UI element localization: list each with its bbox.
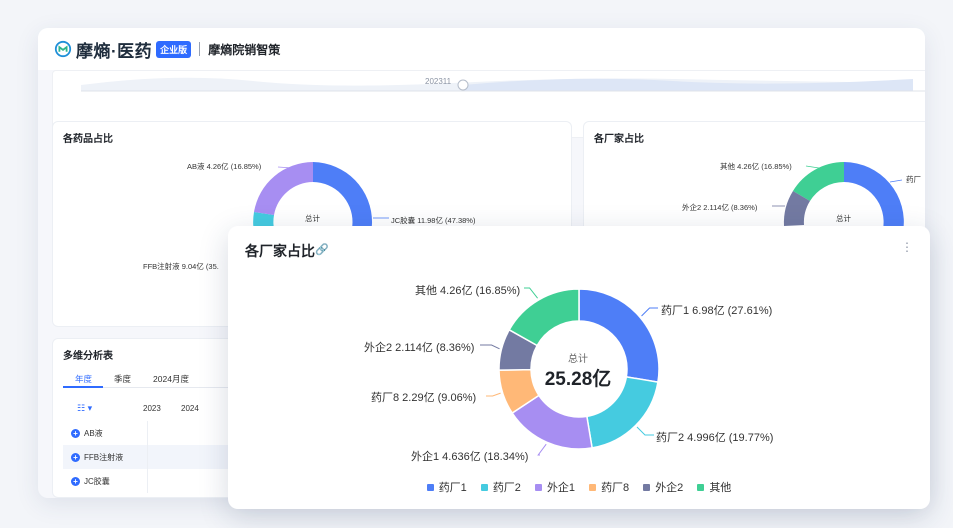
card-title: 多维分析表 xyxy=(63,351,113,362)
legend-swatch xyxy=(480,483,488,491)
label-ffb: FFB注射液 9.04亿 (35. xyxy=(143,262,219,271)
year-2023: 2023 xyxy=(143,403,161,413)
label-other: 其他 4.26亿 (16.85%) xyxy=(415,285,521,297)
leader-line-外企1 xyxy=(537,443,547,456)
table-row[interactable]: + JC胶囊 xyxy=(63,469,243,493)
tab-month[interactable]: 2024月度 xyxy=(153,373,189,385)
legend-item-yc1[interactable]: 药厂1 xyxy=(426,479,467,495)
divider xyxy=(199,42,201,56)
center-total: 总计 xyxy=(305,214,320,223)
legend-item-wq2[interactable]: 外企2 xyxy=(643,479,683,495)
column-divider xyxy=(147,421,148,493)
timeline-slider[interactable] xyxy=(53,71,925,111)
table-settings-icon[interactable]: ☷ ▾ xyxy=(63,403,143,414)
label-yc: 药厂 xyxy=(906,175,921,184)
legend-label: 药厂1 xyxy=(438,482,467,494)
legend-item-yc8[interactable]: 药厂8 xyxy=(589,479,629,495)
table-row[interactable]: + FFB注射液 xyxy=(63,445,243,469)
legend-item-wq1[interactable]: 外企1 xyxy=(534,479,576,495)
analysis-table-card: 多维分析表 年度 季度 2024月度 ☷ ▾ 2023 2024 + AB液 +… xyxy=(52,338,252,498)
legend-swatch xyxy=(643,483,651,491)
slice-ab xyxy=(254,162,313,215)
label-yc1: 药厂1 6.98亿 (27.61%) xyxy=(661,305,773,317)
legend-item-other[interactable]: 其他 xyxy=(697,479,731,495)
legend-label: 其他 xyxy=(709,482,732,494)
analysis-tabs: 年度 季度 2024月度 xyxy=(75,373,189,385)
row-label: JC胶囊 xyxy=(84,476,110,486)
leader-line-药厂2 xyxy=(636,426,654,436)
maker-share-popup: 各厂家占比 🔗 ⋮ 药厂1 6.98亿 (27.61%) 药厂2 4.996亿 … xyxy=(228,226,930,509)
center-total: 总计 xyxy=(836,214,851,223)
tab-quarter[interactable]: 季度 xyxy=(114,373,131,385)
logo-icon xyxy=(54,40,72,58)
chart-legend: 药厂1 药厂2 外企1 药厂8 外企2 其他 xyxy=(228,479,930,495)
leader-line-其他 xyxy=(524,287,538,299)
card-title: 各厂家占比 xyxy=(594,134,644,145)
table-row[interactable]: + AB液 xyxy=(63,421,243,445)
label-other: 其他 4.26亿 (16.85%) xyxy=(720,162,792,171)
legend-item-yc2[interactable]: 药厂2 xyxy=(480,479,521,495)
leader-line-外企2 xyxy=(480,344,500,350)
legend-swatch xyxy=(589,483,597,491)
row-label: AB液 xyxy=(84,428,103,438)
product-name: 摩熵院销智策 xyxy=(208,42,281,57)
legend-swatch xyxy=(426,483,434,491)
timeline-label: 202311 xyxy=(425,77,452,86)
brand-name: 摩熵·医药 xyxy=(76,41,153,61)
center-value: 25.28亿 xyxy=(544,369,612,390)
card-title: 各药品占比 xyxy=(63,134,113,145)
top-bar: 摩熵·医药 企业版 摩熵院销智策 xyxy=(38,28,925,70)
year-2024: 2024 xyxy=(181,403,199,413)
expand-icon[interactable]: + xyxy=(71,428,80,438)
center-label: 总计 xyxy=(568,354,588,365)
expand-icon[interactable]: + xyxy=(71,452,80,462)
leader-line-药厂1 xyxy=(641,307,658,317)
legend-swatch xyxy=(697,483,705,491)
label-yc2: 药厂2 4.996亿 (19.77%) xyxy=(656,432,774,444)
expand-icon[interactable]: + xyxy=(71,476,80,486)
label-ab: AB液 4.26亿 (16.85%) xyxy=(187,162,262,171)
table-header: ☷ ▾ 2023 2024 xyxy=(63,395,243,421)
label-jc: JC胶囊 11.98亿 (47.38%) xyxy=(391,216,476,225)
label-wq2: 外企2 2.114亿 (8.36%) xyxy=(364,342,475,354)
leader-line-药厂8 xyxy=(486,392,501,397)
legend-label: 药厂8 xyxy=(601,482,630,494)
edition-badge: 企业版 xyxy=(156,40,192,58)
slider-handle xyxy=(457,79,469,91)
tab-year[interactable]: 年度 xyxy=(75,373,92,385)
label-yc8: 药厂8 2.29亿 (9.06%) xyxy=(371,392,477,404)
legend-swatch xyxy=(534,483,542,491)
row-label: FFB注射液 xyxy=(84,452,124,462)
slice-yc1 xyxy=(844,162,904,232)
legend-label: 外企1 xyxy=(546,482,576,494)
legend-label: 外企2 xyxy=(655,482,684,494)
tab-underline xyxy=(63,386,233,388)
label-wq1: 外企1 4.636亿 (18.34%) xyxy=(411,451,529,463)
label-wq2: 外企2 2.114亿 (8.36%) xyxy=(682,203,758,212)
legend-label: 药厂2 xyxy=(492,482,521,494)
